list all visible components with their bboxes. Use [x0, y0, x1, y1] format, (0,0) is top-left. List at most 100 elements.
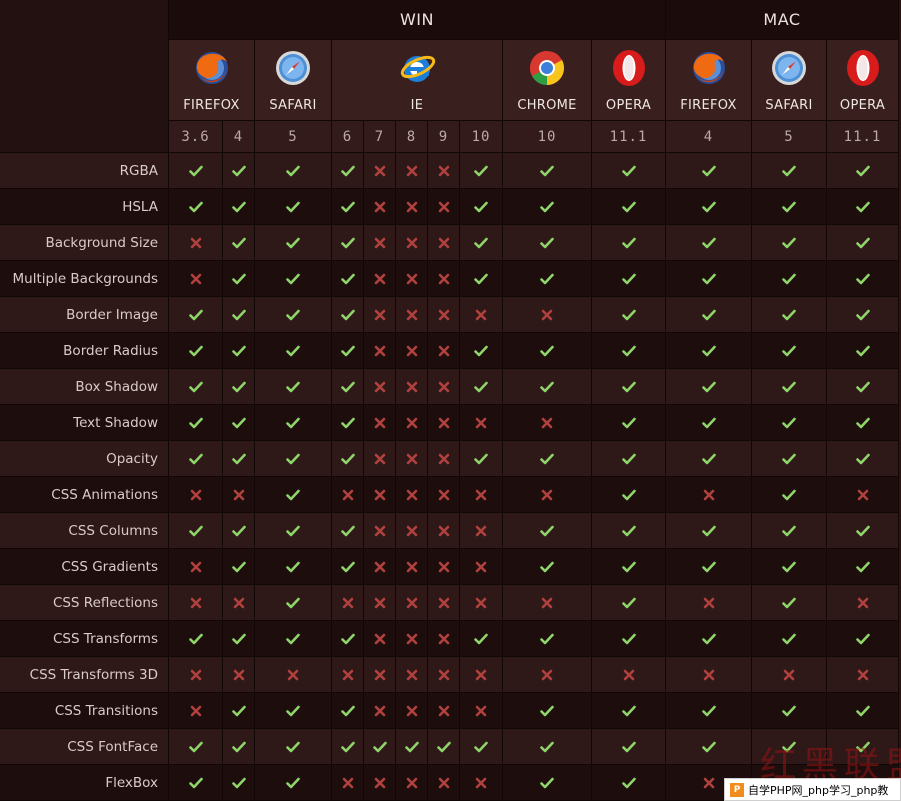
- unsupported-cross-icon: [169, 477, 223, 513]
- unsupported-cross-icon: [364, 153, 396, 189]
- unsupported-cross-icon: [396, 693, 428, 729]
- supported-check-icon: [827, 693, 899, 729]
- unsupported-cross-icon: [364, 297, 396, 333]
- feature-label: Box Shadow: [0, 369, 169, 405]
- supported-check-icon: [364, 729, 396, 765]
- supported-check-icon: [255, 153, 332, 189]
- supported-check-icon: [666, 513, 752, 549]
- unsupported-cross-icon: [169, 693, 223, 729]
- browser-name: CHROME: [517, 98, 577, 113]
- unsupported-cross-icon: [460, 765, 503, 801]
- feature-label: FlexBox: [0, 765, 169, 801]
- supported-check-icon: [255, 729, 332, 765]
- feature-label: Border Radius: [0, 333, 169, 369]
- supported-check-icon: [255, 585, 332, 621]
- unsupported-cross-icon: [752, 657, 827, 693]
- unsupported-cross-icon: [396, 261, 428, 297]
- supported-check-icon: [503, 621, 592, 657]
- supported-check-icon: [255, 693, 332, 729]
- unsupported-cross-icon: [169, 657, 223, 693]
- feature-label: Multiple Backgrounds: [0, 261, 169, 297]
- unsupported-cross-icon: [364, 369, 396, 405]
- unsupported-cross-icon: [396, 657, 428, 693]
- supported-check-icon: [666, 297, 752, 333]
- version-cell: 9: [428, 121, 460, 153]
- unsupported-cross-icon: [396, 585, 428, 621]
- unsupported-cross-icon: [364, 333, 396, 369]
- unsupported-cross-icon: [666, 657, 752, 693]
- feature-label: CSS FontFace: [0, 729, 169, 765]
- unsupported-cross-icon: [428, 369, 460, 405]
- version-cell: 11.1: [592, 121, 666, 153]
- unsupported-cross-icon: [827, 657, 899, 693]
- supported-check-icon: [396, 729, 428, 765]
- unsupported-cross-icon: [332, 657, 364, 693]
- supported-check-icon: [592, 261, 666, 297]
- supported-check-icon: [223, 405, 255, 441]
- supported-check-icon: [223, 621, 255, 657]
- supported-check-icon: [503, 693, 592, 729]
- feature-label: Border Image: [0, 297, 169, 333]
- unsupported-cross-icon: [364, 621, 396, 657]
- unsupported-cross-icon: [428, 333, 460, 369]
- supported-check-icon: [223, 513, 255, 549]
- supported-check-icon: [255, 369, 332, 405]
- unsupported-cross-icon: [364, 189, 396, 225]
- browser-header-safari: SAFARI: [255, 40, 332, 121]
- supported-check-icon: [460, 153, 503, 189]
- supported-check-icon: [592, 729, 666, 765]
- browser-header-opera: OPERA: [592, 40, 666, 121]
- supported-check-icon: [223, 261, 255, 297]
- feature-label: CSS Transforms 3D: [0, 657, 169, 693]
- supported-check-icon: [503, 153, 592, 189]
- version-cell: 5: [255, 121, 332, 153]
- unsupported-cross-icon: [428, 225, 460, 261]
- supported-check-icon: [666, 549, 752, 585]
- unsupported-cross-icon: [503, 477, 592, 513]
- unsupported-cross-icon: [428, 441, 460, 477]
- supported-check-icon: [592, 693, 666, 729]
- unsupported-cross-icon: [396, 189, 428, 225]
- supported-check-icon: [255, 189, 332, 225]
- feature-label: CSS Gradients: [0, 549, 169, 585]
- supported-check-icon: [223, 297, 255, 333]
- supported-check-icon: [223, 693, 255, 729]
- supported-check-icon: [332, 153, 364, 189]
- unsupported-cross-icon: [460, 405, 503, 441]
- supported-check-icon: [666, 621, 752, 657]
- supported-check-icon: [503, 549, 592, 585]
- opera-icon: [609, 48, 649, 92]
- browser-name: IE: [410, 98, 424, 113]
- unsupported-cross-icon: [396, 765, 428, 801]
- version-cell: 6: [332, 121, 364, 153]
- feature-label: CSS Columns: [0, 513, 169, 549]
- unsupported-cross-icon: [364, 765, 396, 801]
- unsupported-cross-icon: [428, 693, 460, 729]
- supported-check-icon: [827, 189, 899, 225]
- supported-check-icon: [223, 549, 255, 585]
- feature-label: Background Size: [0, 225, 169, 261]
- feature-label: CSS Transitions: [0, 693, 169, 729]
- unsupported-cross-icon: [364, 261, 396, 297]
- supported-check-icon: [223, 189, 255, 225]
- unsupported-cross-icon: [396, 297, 428, 333]
- supported-check-icon: [666, 333, 752, 369]
- supported-check-icon: [460, 189, 503, 225]
- supported-check-icon: [752, 441, 827, 477]
- version-cell: 11.1: [827, 121, 899, 153]
- browser-name: SAFARI: [269, 98, 317, 113]
- unsupported-cross-icon: [364, 549, 396, 585]
- unsupported-cross-icon: [827, 477, 899, 513]
- supported-check-icon: [827, 405, 899, 441]
- supported-check-icon: [503, 189, 592, 225]
- supported-check-icon: [592, 549, 666, 585]
- browser-name: SAFARI: [765, 98, 813, 113]
- supported-check-icon: [255, 405, 332, 441]
- supported-check-icon: [255, 441, 332, 477]
- supported-check-icon: [332, 729, 364, 765]
- supported-check-icon: [592, 153, 666, 189]
- supported-check-icon: [255, 477, 332, 513]
- unsupported-cross-icon: [169, 549, 223, 585]
- supported-check-icon: [666, 153, 752, 189]
- watermark-banner: P 自学PHP网_php学习_php教: [724, 778, 901, 801]
